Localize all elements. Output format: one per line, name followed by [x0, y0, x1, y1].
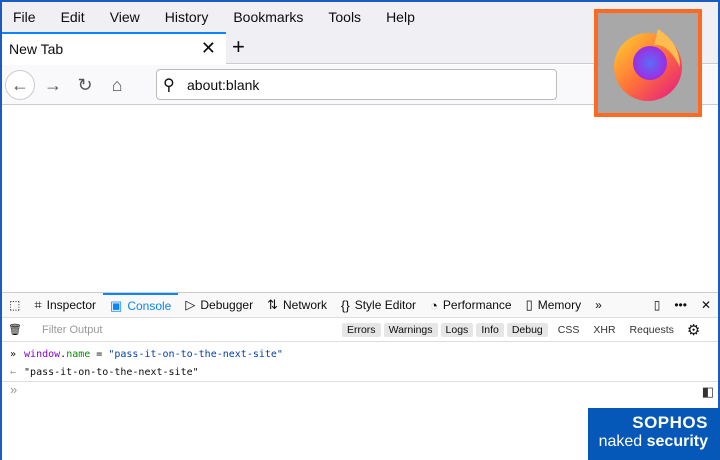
tab-new-tab[interactable]: New Tab ✕ [2, 32, 226, 64]
gauge-icon: ◔ [430, 297, 438, 313]
tab-performance[interactable]: ◔ Performance [423, 293, 519, 317]
menu-file[interactable]: File [13, 9, 36, 25]
console-filter-bar: 🗑 Filter Output Errors Warnings Logs Inf… [2, 318, 718, 342]
menu-view[interactable]: View [110, 9, 140, 25]
code-eq: = [90, 348, 109, 360]
code-prop: name [66, 348, 91, 360]
home-button[interactable]: ⌂ [102, 70, 132, 100]
back-button[interactable]: ← [5, 70, 35, 100]
dock-icon[interactable]: ▯ [647, 293, 668, 317]
more-tabs-icon[interactable]: » [588, 293, 609, 317]
more-options-icon[interactable]: ••• [667, 293, 694, 317]
tab-debugger[interactable]: ▷ Debugger [178, 293, 260, 317]
tab-label: Memory [537, 298, 582, 312]
tab-label: Console [127, 299, 172, 313]
filter-xhr[interactable]: XHR [593, 324, 615, 336]
braces-icon: {} [341, 297, 350, 313]
menu-help[interactable]: Help [386, 9, 415, 25]
sophos-watermark: SOPHOS naked security [588, 408, 720, 460]
debugger-icon: ▷ [185, 297, 196, 312]
reload-button[interactable]: ↻ [70, 70, 100, 100]
console-icon: ▣ [110, 298, 123, 313]
filter-warnings[interactable]: Warnings [383, 322, 438, 337]
firefox-logo [594, 9, 702, 117]
close-tab-icon[interactable]: ✕ [201, 38, 216, 59]
result-value: "pass-it-on-to-the-next-site" [24, 366, 199, 378]
filter-css[interactable]: CSS [558, 324, 580, 336]
url-text: about:blank [187, 76, 260, 93]
console-result-line: ← "pass-it-on-to-the-next-site" [2, 363, 718, 381]
close-devtools-icon[interactable]: ✕ [694, 293, 718, 317]
watermark-naked: naked [598, 433, 643, 450]
sidebar-toggle-icon[interactable]: ◧ [702, 384, 714, 400]
memory-icon: ▯ [525, 297, 533, 312]
tab-label: Inspector [46, 298, 97, 312]
trash-icon[interactable]: 🗑 [8, 323, 22, 336]
tab-label: Network [282, 298, 327, 312]
tab-network[interactable]: ⇅ Network [260, 293, 334, 317]
filter-debug[interactable]: Debug [506, 322, 548, 337]
tab-style-editor[interactable]: {} Style Editor [334, 293, 423, 317]
code-string: "pass-it-on-to-the-next-site" [108, 348, 283, 360]
prompt-icon: » [10, 348, 17, 360]
menu-history[interactable]: History [165, 9, 209, 25]
tab-label: Style Editor [354, 298, 417, 312]
filter-requests[interactable]: Requests [630, 324, 674, 336]
menu-bookmarks[interactable]: Bookmarks [233, 9, 303, 25]
watermark-security: security [646, 433, 708, 450]
tab-label: Performance [442, 298, 512, 312]
tab-title: New Tab [9, 41, 64, 57]
tab-memory[interactable]: ▯ Memory [519, 293, 589, 317]
tab-inspector[interactable]: ⌗ Inspector [27, 293, 103, 317]
code-keyword: window [24, 348, 61, 360]
filter-logs[interactable]: Logs [440, 322, 474, 337]
url-bar[interactable]: ⚲ about:blank [156, 69, 557, 100]
filter-info[interactable]: Info [476, 322, 504, 337]
devtools-toolbar: ⬚ ⌗ Inspector ▣ Console ▷ Debugger ⇅ Network… [2, 292, 718, 318]
menu-tools[interactable]: Tools [328, 9, 361, 25]
console-input[interactable]: » ◧ [2, 381, 718, 403]
filter-input[interactable]: Filter Output [42, 324, 342, 336]
new-tab-button[interactable]: + [232, 34, 245, 60]
tab-console[interactable]: ▣ Console [103, 293, 179, 317]
forward-button[interactable]: → [38, 70, 68, 100]
menu-edit[interactable]: Edit [61, 9, 85, 25]
filter-errors[interactable]: Errors [341, 322, 381, 337]
watermark-brand: SOPHOS [632, 413, 708, 432]
gear-icon[interactable]: ⚙ [687, 321, 700, 339]
inspector-icon: ⌗ [34, 297, 42, 312]
tab-label: Debugger [200, 298, 254, 312]
console-output: » window.name = "pass-it-on-to-the-next-s… [2, 345, 718, 381]
search-icon: ⚲ [163, 77, 175, 94]
result-arrow-icon: ← [10, 366, 17, 378]
network-icon: ⇅ [267, 297, 278, 312]
element-picker-icon[interactable]: ⬚ [2, 293, 27, 317]
console-input-line: » window.name = "pass-it-on-to-the-next-s… [2, 345, 718, 363]
